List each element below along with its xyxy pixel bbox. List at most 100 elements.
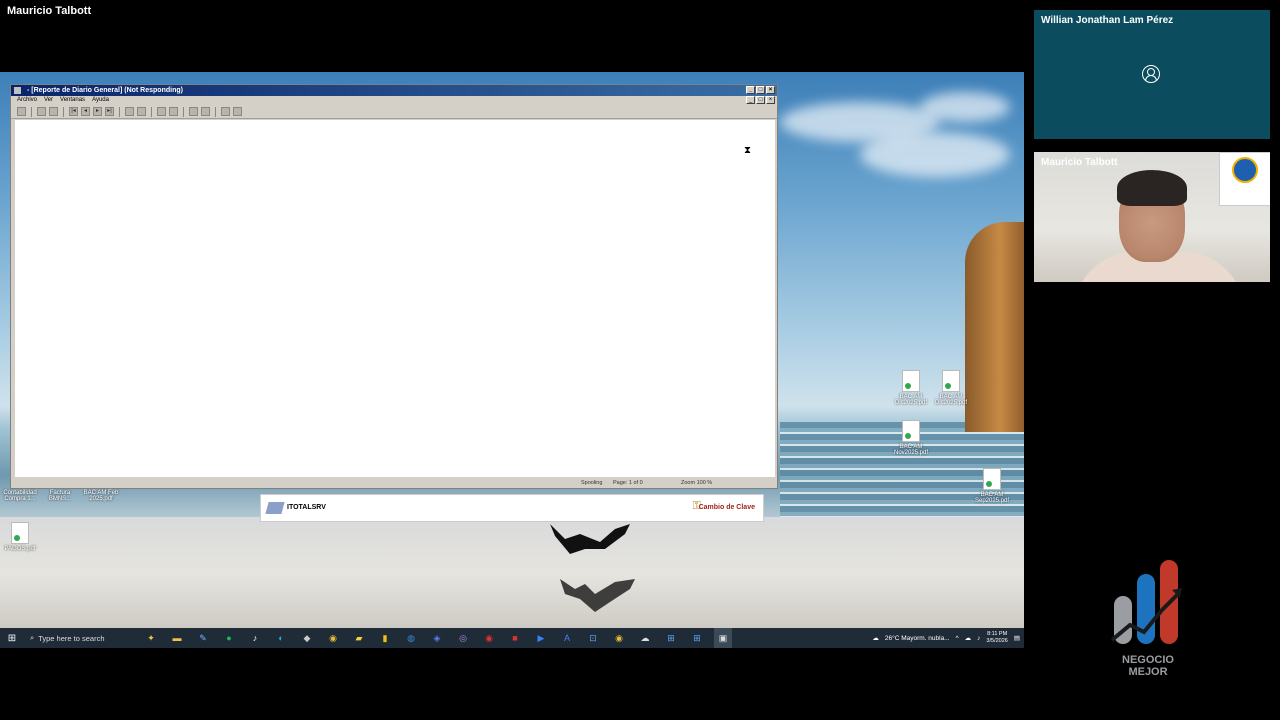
folder-icon[interactable]: ▮: [376, 628, 394, 648]
hourglass-cursor-icon: ⧗: [744, 145, 752, 156]
search-icon[interactable]: [189, 107, 198, 116]
desktop-file-icon[interactable]: BAC AM Nov2025.pdf: [888, 420, 934, 456]
app-icon[interactable]: ◆: [298, 628, 316, 648]
poster-logo-icon: [1232, 157, 1258, 183]
app-icon[interactable]: ⊞: [662, 628, 680, 648]
menu-ayuda[interactable]: Ayuda: [92, 96, 109, 105]
wall-poster: [1219, 152, 1270, 206]
app-icon[interactable]: ◎: [454, 628, 472, 648]
teams-icon[interactable]: ◈: [428, 628, 446, 648]
chrome-icon[interactable]: ◉: [324, 628, 342, 648]
server-icon: [265, 502, 285, 514]
close-button[interactable]: ×: [766, 86, 775, 94]
desktop-icon-label: Factura BMNS...: [48, 490, 72, 502]
multi-page-icon[interactable]: [169, 107, 178, 116]
participant-name: Mauricio Talbott: [1041, 157, 1118, 168]
app-icon[interactable]: ⊞: [688, 628, 706, 648]
desktop-file-icon[interactable]: Contabilidad Compra 1...: [0, 490, 40, 502]
taskbar-search[interactable]: ⌕ Type here to search: [24, 628, 134, 648]
file-explorer-icon[interactable]: ▬: [168, 628, 186, 648]
desktop-file-icon[interactable]: BAC AM Feb 2025.pdf: [78, 490, 124, 502]
child-restore-button[interactable]: □: [756, 96, 765, 104]
app-icon[interactable]: ⊡: [584, 628, 602, 648]
menu-bar: Archivo Ver Ventanas Ayuda _ □ ×: [11, 96, 777, 105]
logo-line1: NEGOCIO: [1122, 654, 1174, 666]
next-page-icon[interactable]: ▸: [93, 107, 102, 116]
desktop-file-icon[interactable]: Factura BMNS...: [40, 490, 80, 502]
toolbar-separator: [63, 106, 64, 117]
server-name[interactable]: ITOTALSRV: [287, 504, 326, 511]
app-system-icon[interactable]: [14, 87, 21, 94]
pdf-file-icon: [942, 370, 960, 392]
person-hair: [1117, 170, 1187, 206]
status-spooling: Spooling: [581, 480, 603, 486]
copilot-icon[interactable]: ✦: [142, 628, 160, 648]
single-page-icon[interactable]: [157, 107, 166, 116]
weather-icon[interactable]: ☁: [872, 634, 879, 642]
desktop-file-icon[interactable]: PAGOS.pdf: [0, 522, 40, 552]
chrome-icon[interactable]: ◉: [610, 628, 628, 648]
app-icon[interactable]: ◉: [480, 628, 498, 648]
child-close-button[interactable]: ×: [766, 96, 775, 104]
logo-text: NEGOCIO MEJOR: [1110, 654, 1186, 678]
menu-ventanas[interactable]: Ventanas: [60, 96, 85, 105]
maximize-button[interactable]: □: [756, 86, 765, 94]
desktop-icon-label: BAC AM Sep2025.pdf: [974, 492, 1010, 504]
negocio-mejor-logo: NEGOCIO MEJOR: [1110, 560, 1186, 680]
search-placeholder: Type here to search: [38, 633, 105, 643]
shared-screen: BAC AM Dic2025.pdf BAC AM Dic2025.pdf BA…: [0, 72, 1024, 648]
menu-ver[interactable]: Ver: [44, 96, 53, 105]
toolbar-separator: [183, 106, 184, 117]
pdf-file-icon: [11, 522, 29, 544]
save-icon[interactable]: [37, 107, 46, 116]
window-title: - [Reporte de Diario General] (Not Respo…: [27, 87, 183, 94]
print-icon[interactable]: [49, 107, 58, 116]
find-next-icon[interactable]: [201, 107, 210, 116]
spotify-icon[interactable]: ●: [220, 628, 238, 648]
logo-line2: MEJOR: [1128, 666, 1168, 678]
edge-icon[interactable]: ◐: [272, 628, 290, 648]
volume-icon[interactable]: ♪: [977, 635, 980, 642]
change-password-link[interactable]: Cambio de Clave: [699, 504, 755, 511]
desktop-icon-label: BAC AM Dic2025.pdf: [934, 394, 968, 406]
report-preview-area[interactable]: [15, 120, 775, 477]
participant-tile[interactable]: Willian Jonathan Lam Pérez: [1034, 10, 1270, 139]
tiktok-icon[interactable]: ♪: [246, 628, 264, 648]
app-icon[interactable]: ☁: [636, 628, 654, 648]
trend-arrow-icon: [1110, 588, 1182, 642]
network-icon[interactable]: ☁: [965, 634, 972, 642]
user-avatar-icon: [1142, 65, 1160, 83]
email-icon[interactable]: [233, 107, 242, 116]
azure-icon[interactable]: A: [558, 628, 576, 648]
windows-start-icon[interactable]: ⊞: [0, 633, 24, 644]
search-icon: ⌕: [30, 633, 35, 642]
window-titlebar[interactable]: - [Reporte de Diario General] (Not Respo…: [11, 85, 777, 96]
zoom-in-icon[interactable]: [125, 107, 134, 116]
desktop-icon-label: BAC AM Feb 2025.pdf: [83, 490, 119, 502]
child-minimize-button[interactable]: _: [746, 96, 755, 104]
powershell-icon[interactable]: ▶: [532, 628, 550, 648]
feedback-icon[interactable]: ✎: [194, 628, 212, 648]
remote-desktop-icon[interactable]: ▣: [714, 628, 732, 648]
export-icon[interactable]: [221, 107, 230, 116]
sticky-notes-icon[interactable]: ▰: [350, 628, 368, 648]
zoom-out-icon[interactable]: [137, 107, 146, 116]
show-hidden-icons-icon[interactable]: ^: [956, 635, 959, 642]
first-page-icon[interactable]: |◂: [69, 107, 78, 116]
menu-archivo[interactable]: Archivo: [17, 96, 37, 105]
desktop-icon-label: PAGOS.pdf: [4, 546, 36, 552]
notification-icon[interactable]: ▤: [1014, 634, 1020, 642]
clock[interactable]: 8:11 PM 3/5/2026: [986, 631, 1007, 645]
open-icon[interactable]: [17, 107, 26, 116]
desktop-file-icon[interactable]: BAC AM Sep2025.pdf: [969, 468, 1015, 504]
system-tray: ☁ 26°C Mayorm. nubla... ^ ☁ ♪ 8:11 PM 3/…: [872, 628, 1020, 648]
last-page-icon[interactable]: ▸|: [105, 107, 114, 116]
clock-date: 3/5/2026: [986, 638, 1008, 644]
previous-page-icon[interactable]: ◂: [81, 107, 90, 116]
participant-video-tile[interactable]: Mauricio Talbott: [1034, 152, 1270, 282]
desktop-file-icon[interactable]: BAC AM Dic2025.pdf: [928, 370, 974, 406]
minimize-button[interactable]: _: [746, 86, 755, 94]
outlook-icon[interactable]: ◍: [402, 628, 420, 648]
app-icon[interactable]: ■: [506, 628, 524, 648]
weather-text[interactable]: 26°C Mayorm. nubla...: [885, 635, 950, 642]
